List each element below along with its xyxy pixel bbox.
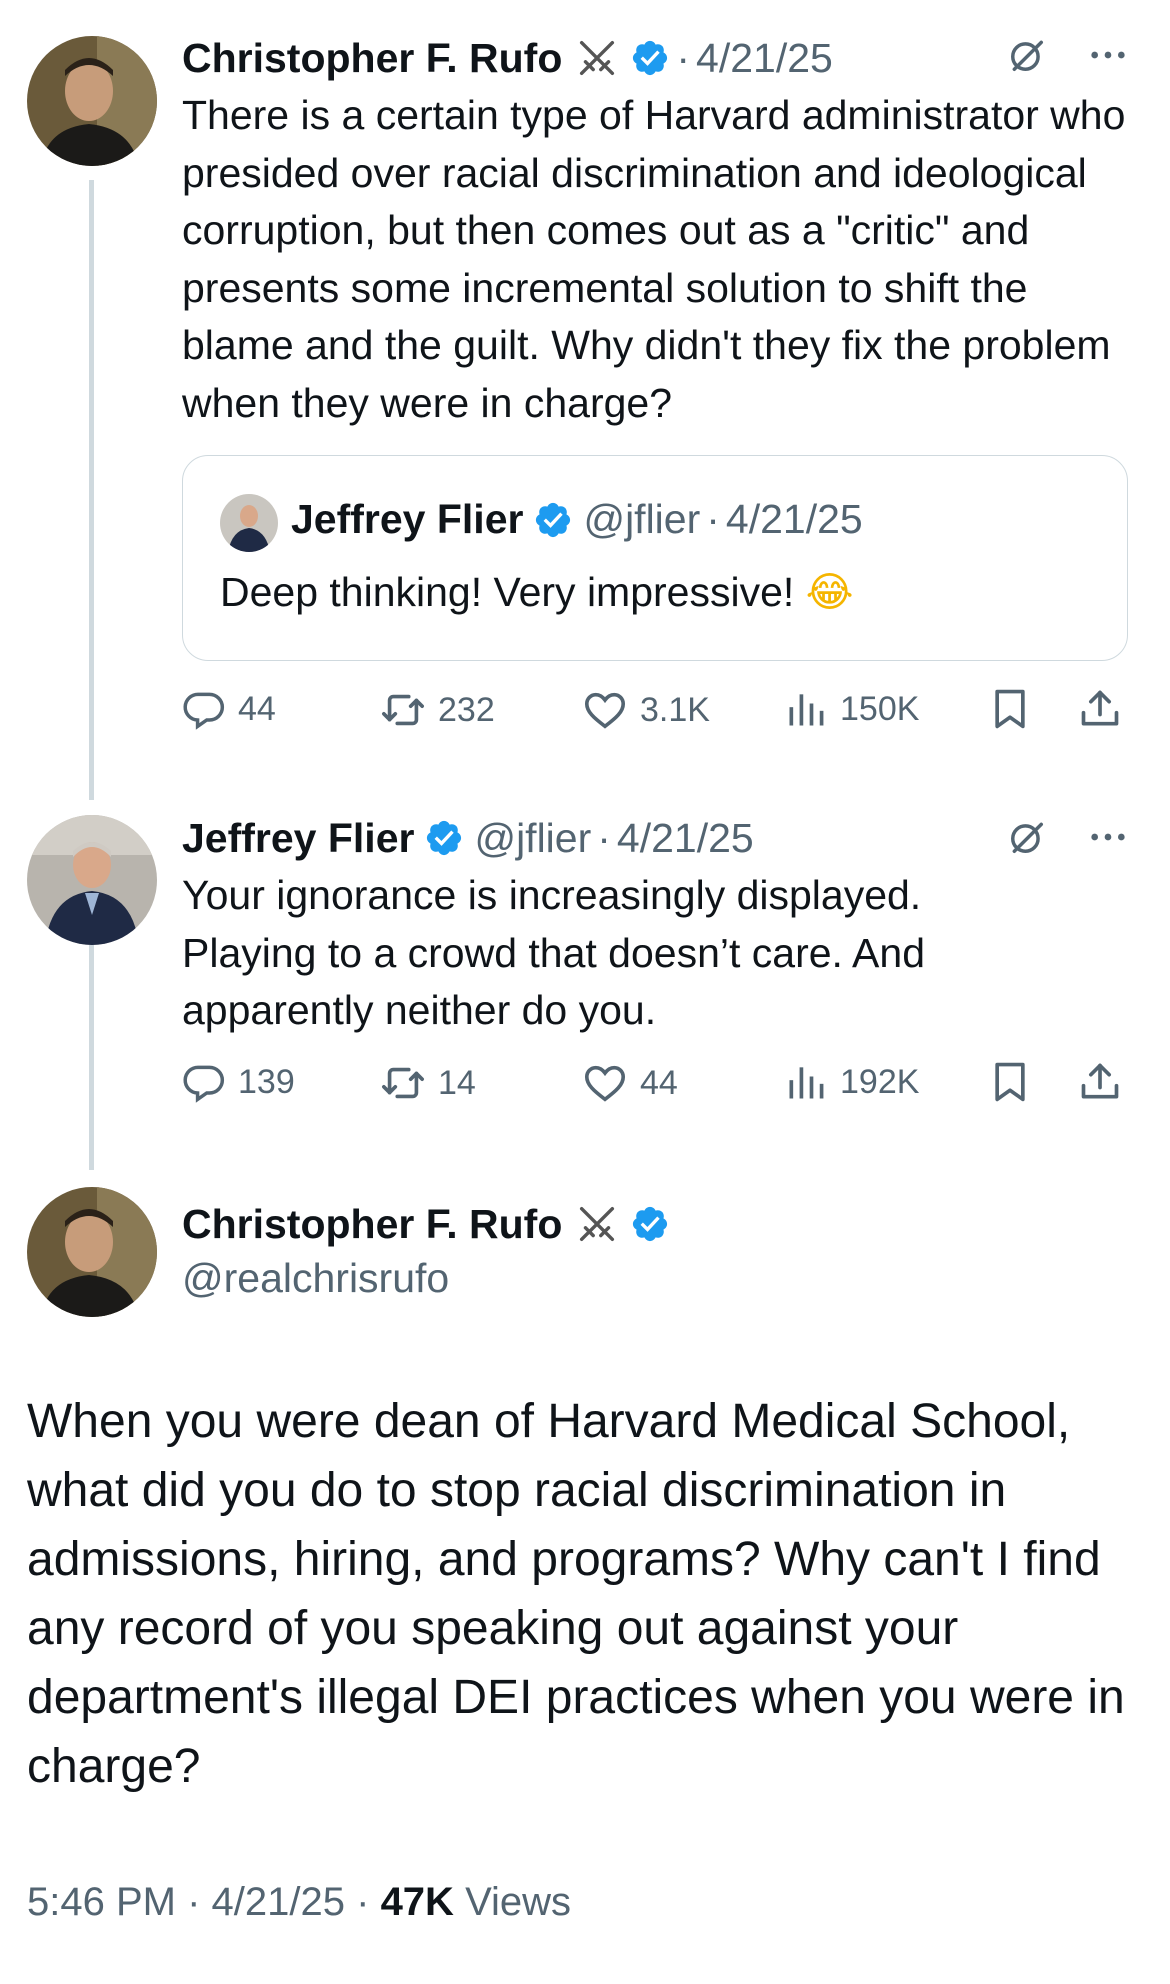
bookmark-button[interactable] (988, 687, 1032, 731)
like-count: 44 (640, 1063, 678, 1102)
tweet-meta: 5:46 PM · 4/21/25 · 47K Views (27, 1880, 571, 1925)
verified-badge-icon (630, 1204, 670, 1244)
tweet2-header: Jeffrey Flier @jflier · 4/21/25 (182, 810, 754, 866)
author-name[interactable]: Jeffrey Flier (182, 815, 414, 862)
dot-separator: · (597, 814, 611, 861)
quote-handle: @jflier (583, 496, 701, 542)
views-icon (784, 687, 828, 731)
views-count: 150K (840, 689, 920, 728)
avatar-rufo[interactable] (27, 36, 157, 166)
tweet-time[interactable]: 5:46 PM (27, 1880, 176, 1924)
repost-count: 14 (438, 1063, 476, 1102)
like-icon (582, 687, 628, 733)
like-button[interactable]: 3.1K (582, 687, 710, 733)
swords-emoji-icon (574, 1201, 620, 1247)
tweet-date[interactable]: 4/21/25 (617, 815, 754, 862)
quote-text: Deep thinking! Very impressive! (220, 569, 795, 615)
share-icon (1078, 1060, 1122, 1104)
bookmark-icon (988, 687, 1032, 731)
dot-separator: · (676, 34, 691, 81)
laughing-emoji: 😂 (805, 568, 854, 616)
views-label: Views (465, 1880, 572, 1924)
reply-icon (182, 1060, 226, 1104)
reply-button[interactable]: 139 (182, 1060, 295, 1104)
views-button[interactable]: 192K (784, 1060, 919, 1104)
tweet-text: Your ignorance is increasingly displayed… (182, 872, 926, 1033)
dot-separator: · (356, 1880, 381, 1924)
bookmark-icon (988, 1060, 1032, 1104)
quoted-tweet[interactable]: Jeffrey Flier @jflier · 4/21/25 Deep thi… (182, 455, 1128, 661)
tweet1-header: Christopher F. Rufo · 4/21/25 (182, 30, 833, 86)
main-tweet-header: Christopher F. Rufo (182, 1196, 670, 1252)
grok-icon[interactable] (1008, 36, 1046, 74)
more-icon[interactable] (1088, 817, 1128, 857)
reply-button[interactable]: 44 (182, 687, 276, 731)
tweet1-actions: 44 232 3.1K 150K (182, 687, 1127, 737)
quote-date: 4/21/25 (725, 496, 863, 542)
author-handle[interactable]: @realchrisrufo (182, 1250, 449, 1306)
repost-icon (380, 687, 426, 733)
author-name[interactable]: Christopher F. Rufo (182, 1201, 562, 1248)
avatar-rufo[interactable] (27, 1187, 157, 1317)
share-button[interactable] (1078, 687, 1122, 731)
dot-separator: · (187, 1880, 212, 1924)
thread-line (89, 180, 94, 800)
views-icon (784, 1060, 828, 1104)
reply-count: 44 (238, 689, 276, 728)
reply-icon (182, 687, 226, 731)
repost-button[interactable]: 232 (380, 687, 495, 733)
verified-badge-icon (533, 500, 573, 540)
quote-text-row: Deep thinking! Very impressive! 😂 (220, 568, 854, 616)
author-handle[interactable]: @jflier (474, 815, 591, 862)
tweet-date[interactable]: 4/21/25 (212, 1880, 345, 1924)
share-icon (1078, 687, 1122, 731)
tweet-text: There is a certain type of Harvard admin… (182, 92, 1126, 426)
repost-count: 232 (438, 690, 495, 729)
reply-count: 139 (238, 1062, 295, 1101)
avatar-flier[interactable] (27, 815, 157, 945)
repost-icon (380, 1060, 426, 1106)
views-count: 47K (380, 1880, 454, 1924)
views-count: 192K (840, 1062, 920, 1101)
like-icon (582, 1060, 628, 1106)
quote-author-name: Jeffrey Flier (291, 496, 524, 542)
like-count: 3.1K (640, 690, 710, 729)
grok-icon[interactable] (1008, 818, 1046, 856)
verified-badge-icon (424, 818, 464, 858)
repost-button[interactable]: 14 (380, 1060, 476, 1106)
swords-emoji-icon (574, 35, 620, 81)
quote-header: Jeffrey Flier @jflier · 4/21/25 (291, 496, 863, 543)
views-button[interactable]: 150K (784, 687, 919, 731)
author-name[interactable]: Christopher F. Rufo (182, 35, 562, 82)
more-icon[interactable] (1088, 35, 1128, 75)
avatar-flier-small (220, 494, 278, 552)
verified-badge-icon (630, 38, 670, 78)
like-button[interactable]: 44 (582, 1060, 678, 1106)
dot-separator: · (706, 496, 720, 542)
tweet2-actions: 139 14 44 192K (182, 1060, 1127, 1110)
bookmark-button[interactable] (988, 1060, 1032, 1104)
share-button[interactable] (1078, 1060, 1122, 1104)
thread-line (89, 945, 94, 1170)
main-tweet-text: When you were dean of Harvard Medical Sc… (27, 1395, 1125, 1793)
tweet-date[interactable]: 4/21/25 (696, 35, 833, 82)
